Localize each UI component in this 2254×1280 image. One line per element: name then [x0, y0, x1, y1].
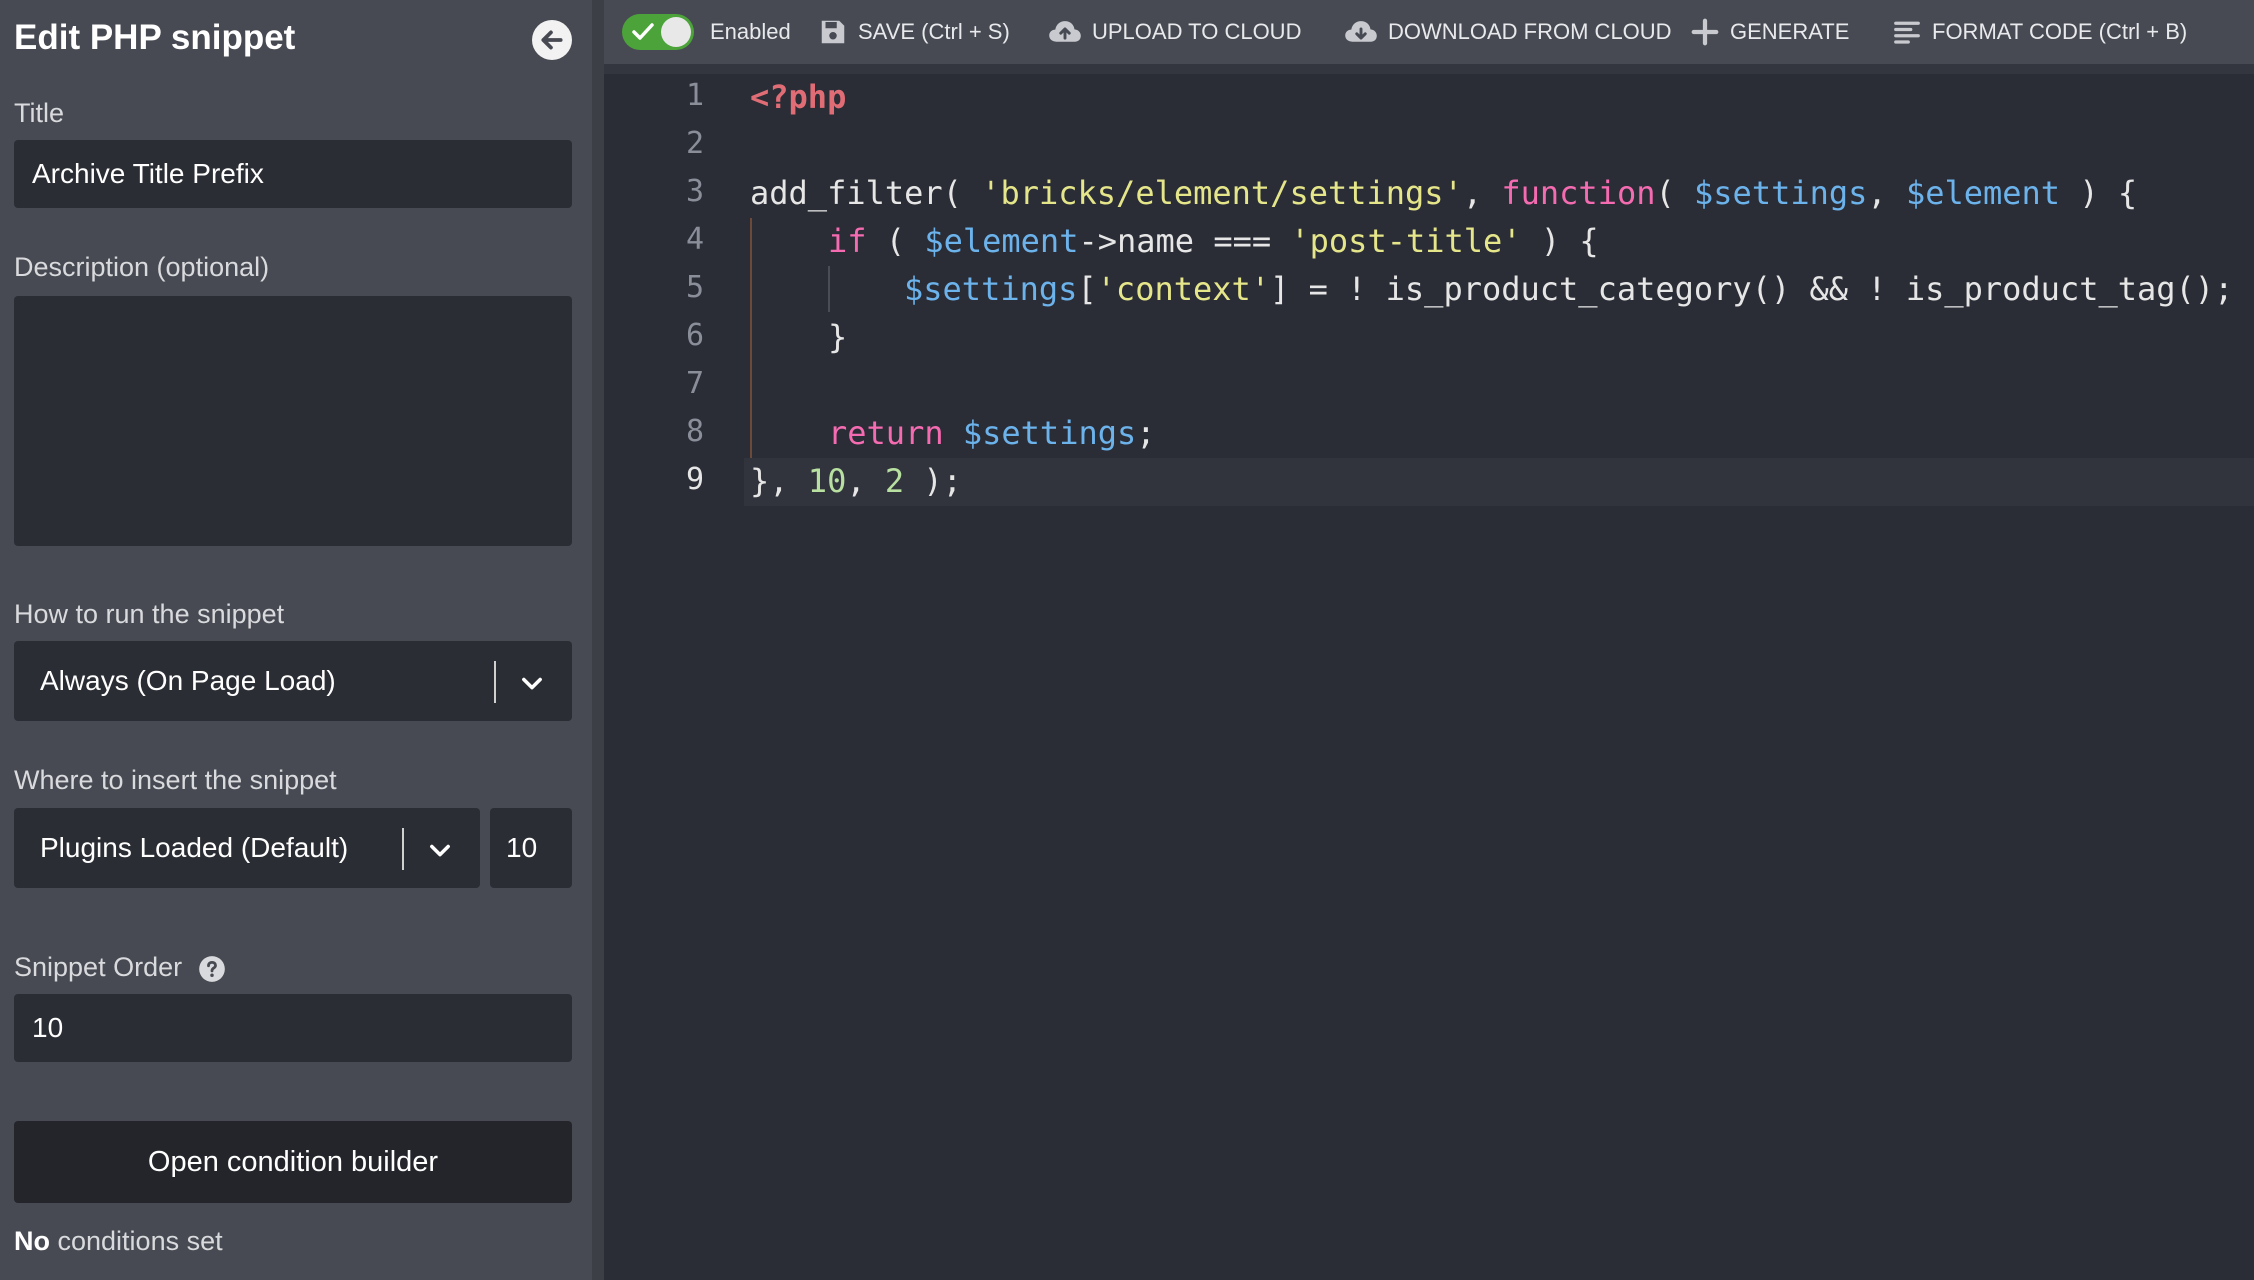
code-token: $element	[924, 222, 1079, 260]
back-button[interactable]	[532, 20, 572, 60]
upload-label: UPLOAD TO CLOUD	[1092, 19, 1302, 44]
format-code-button[interactable]: FORMAT CODE (Ctrl + B)	[1892, 0, 2187, 64]
code-token: (	[1655, 174, 1695, 212]
code-token: ) {	[1521, 222, 1599, 260]
php-open-tag: <?php	[750, 78, 847, 116]
download-from-cloud-button[interactable]: DOWNLOAD FROM CLOUD	[1344, 0, 1672, 64]
indent-guide	[750, 218, 752, 458]
order-input[interactable]: 10	[14, 994, 572, 1062]
code-line-5: $settings['context'] = ! is_product_cate…	[904, 270, 2233, 308]
code-line-4: if ( $element->name === 'post-title' ) {	[828, 222, 1599, 260]
code-token: $element	[1905, 174, 2061, 212]
order-label: Snippet Order	[14, 952, 226, 983]
line-number: 5	[685, 270, 704, 305]
run-select-value: Always (On Page Load)	[40, 665, 336, 696]
code-token: ,	[1867, 174, 1906, 212]
code-line-9: }, 10, 2 );	[750, 462, 962, 500]
toggle-knob	[661, 17, 691, 47]
code-token: 'post-title'	[1290, 222, 1522, 260]
floppy-save-icon	[821, 20, 845, 44]
snippet-settings-panel: Edit PHP snippet Title Archive Title Pre…	[0, 0, 592, 1280]
code-token: ) {	[2060, 174, 2138, 212]
code-token: 10	[807, 462, 847, 500]
cloud-upload-icon	[1049, 21, 1081, 42]
code-token: },	[750, 462, 808, 500]
help-circle-icon[interactable]	[198, 955, 226, 983]
line-number: 4	[685, 222, 704, 257]
insert-select-value: Plugins Loaded (Default)	[40, 832, 349, 863]
enabled-label: Enabled	[710, 19, 791, 44]
open-condition-builder-button[interactable]: Open condition builder	[14, 1121, 572, 1203]
title-input[interactable]: Archive Title Prefix	[14, 140, 572, 208]
line-number: 3	[685, 174, 704, 209]
check-icon	[632, 23, 654, 40]
upload-to-cloud-button[interactable]: UPLOAD TO CLOUD	[1048, 0, 1301, 64]
code-token: [	[1077, 270, 1097, 308]
code-token: ,	[846, 462, 885, 500]
current-line-highlight	[744, 458, 2254, 506]
format-label: FORMAT CODE (Ctrl + B)	[1932, 19, 2188, 44]
code-editor[interactable]: 1 2 3 4 5 6 7 8 9 <?php add_filter( 'bri…	[604, 64, 2254, 1280]
run-select[interactable]: Always (On Page Load)	[14, 641, 572, 721]
code-token: ] = ! is_product_category() && ! is_prod…	[1270, 270, 2234, 308]
chevron-down-icon	[522, 677, 542, 690]
select-separator	[402, 828, 404, 870]
save-button[interactable]: SAVE (Ctrl + S)	[818, 0, 1010, 64]
indent-guide	[828, 266, 830, 312]
description-textarea[interactable]	[14, 296, 572, 546]
code-token: add_filter(	[750, 174, 982, 212]
code-token: 'bricks/element/settings'	[981, 174, 1463, 212]
condition-status-text: conditions set	[50, 1226, 223, 1256]
insert-priority-input[interactable]: 10	[490, 808, 572, 888]
plus-icon	[1691, 18, 1719, 46]
code-token: 2	[884, 462, 905, 500]
insert-select[interactable]: Plugins Loaded (Default)	[14, 808, 480, 888]
enabled-toggle[interactable]	[622, 14, 694, 50]
align-left-icon	[1894, 21, 1920, 44]
code-token: function	[1501, 174, 1656, 212]
save-label: SAVE (Ctrl + S)	[858, 19, 1010, 44]
panel-divider[interactable]	[592, 0, 604, 1280]
code-line-1: <?php	[750, 78, 846, 116]
condition-status: No conditions set	[14, 1226, 223, 1257]
code-token: if	[828, 222, 867, 260]
code-token: ->name ===	[1078, 222, 1291, 260]
code-token: $settings	[904, 270, 1078, 308]
line-number: 2	[685, 126, 704, 161]
code-line-3: add_filter( 'bricks/element/settings', f…	[750, 174, 2137, 212]
line-number: 8	[685, 414, 704, 449]
editor-top-border	[604, 64, 2254, 74]
code-token: 'context'	[1096, 270, 1271, 308]
panel-title: Edit PHP snippet	[14, 18, 296, 57]
code-line-8: return $settings;	[828, 414, 1156, 452]
generate-label: GENERATE	[1730, 19, 1850, 44]
generate-button[interactable]: GENERATE	[1690, 0, 1849, 64]
run-label: How to run the snippet	[14, 599, 285, 629]
cloud-download-icon	[1345, 21, 1377, 42]
insert-label: Where to insert the snippet	[14, 765, 337, 795]
line-number: 1	[685, 78, 704, 113]
line-number: 7	[685, 366, 704, 401]
back-arrow-icon	[541, 30, 563, 50]
title-label: Title	[14, 98, 65, 128]
editor-toolbar: Enabled SAVE (Ctrl + S) UPLOAD TO CLOUD …	[604, 0, 2254, 64]
code-token: );	[904, 462, 962, 500]
order-label-text: Snippet Order	[14, 952, 183, 982]
download-label: DOWNLOAD FROM CLOUD	[1388, 19, 1672, 44]
select-separator	[494, 661, 496, 703]
condition-status-count: No	[14, 1226, 50, 1256]
code-token: ;	[1136, 414, 1156, 452]
line-number: 6	[685, 318, 704, 353]
code-token: $settings	[962, 414, 1137, 452]
code-token: (	[866, 222, 925, 260]
code-line-6: }	[828, 318, 848, 356]
code-token: $settings	[1694, 174, 1868, 212]
line-number-active: 9	[685, 462, 704, 497]
chevron-down-icon	[430, 844, 450, 857]
code-token: return	[828, 414, 944, 452]
description-label: Description (optional)	[14, 252, 270, 282]
code-token: ,	[1462, 174, 1502, 212]
